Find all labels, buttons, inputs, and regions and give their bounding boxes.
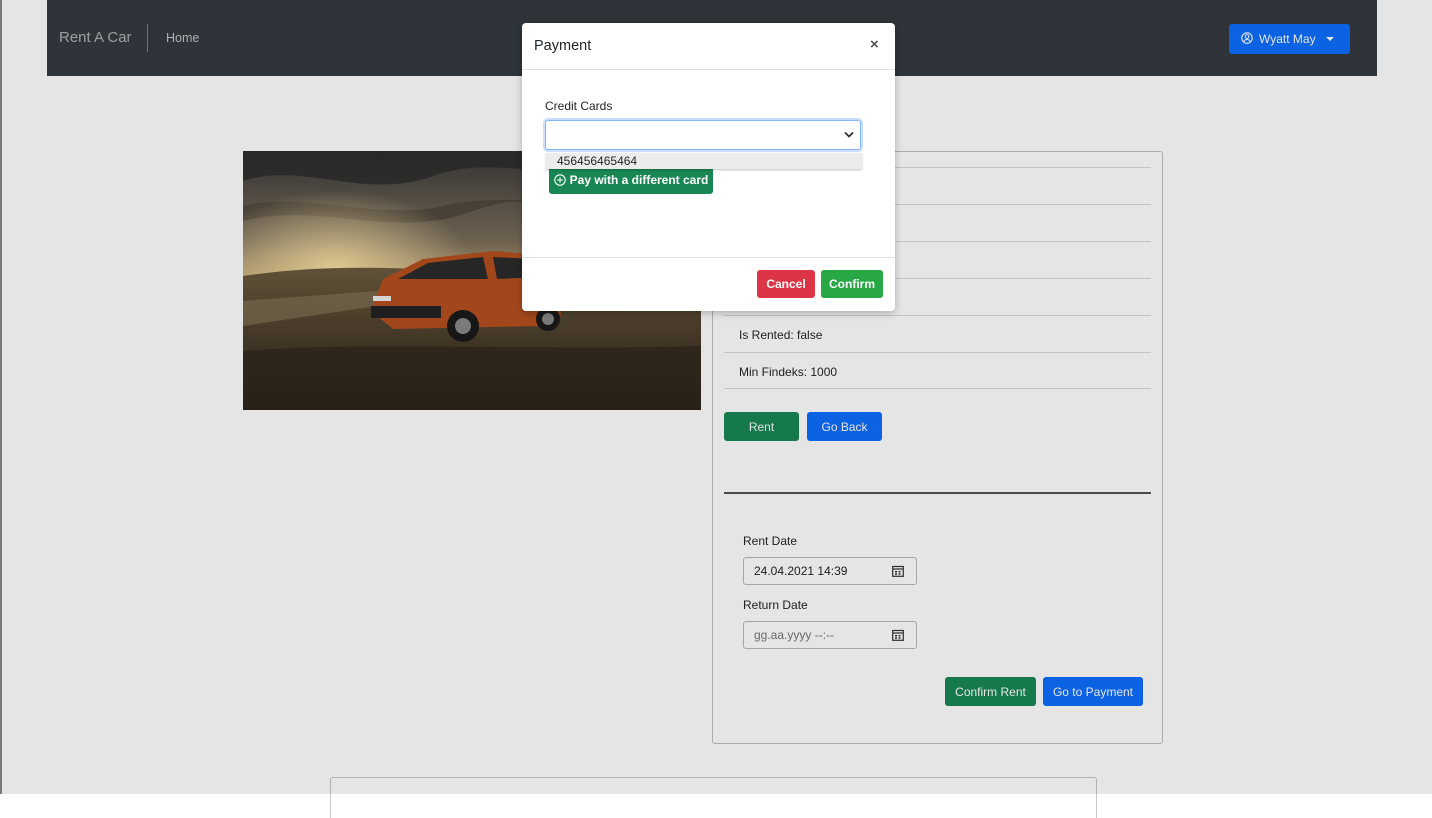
- cancel-button[interactable]: Cancel: [757, 270, 815, 298]
- modal-footer-divider: [522, 257, 895, 258]
- credit-card-select[interactable]: [545, 120, 861, 150]
- chevron-down-icon: [844, 131, 854, 138]
- pay-with-different-card-button[interactable]: Pay with a different card: [549, 166, 713, 194]
- credit-card-option[interactable]: 456456465464: [546, 153, 862, 169]
- confirm-button[interactable]: Confirm: [821, 270, 883, 298]
- modal-header-divider: [522, 69, 895, 70]
- payment-modal: Payment × Credit Cards Pay with a differ…: [522, 23, 895, 311]
- pay-with-different-card-label: Pay with a different card: [569, 173, 709, 187]
- modal-title: Payment: [534, 38, 592, 54]
- credit-cards-label: Credit Cards: [545, 99, 613, 113]
- close-icon[interactable]: ×: [870, 36, 879, 53]
- plus-circle-icon: [553, 174, 566, 186]
